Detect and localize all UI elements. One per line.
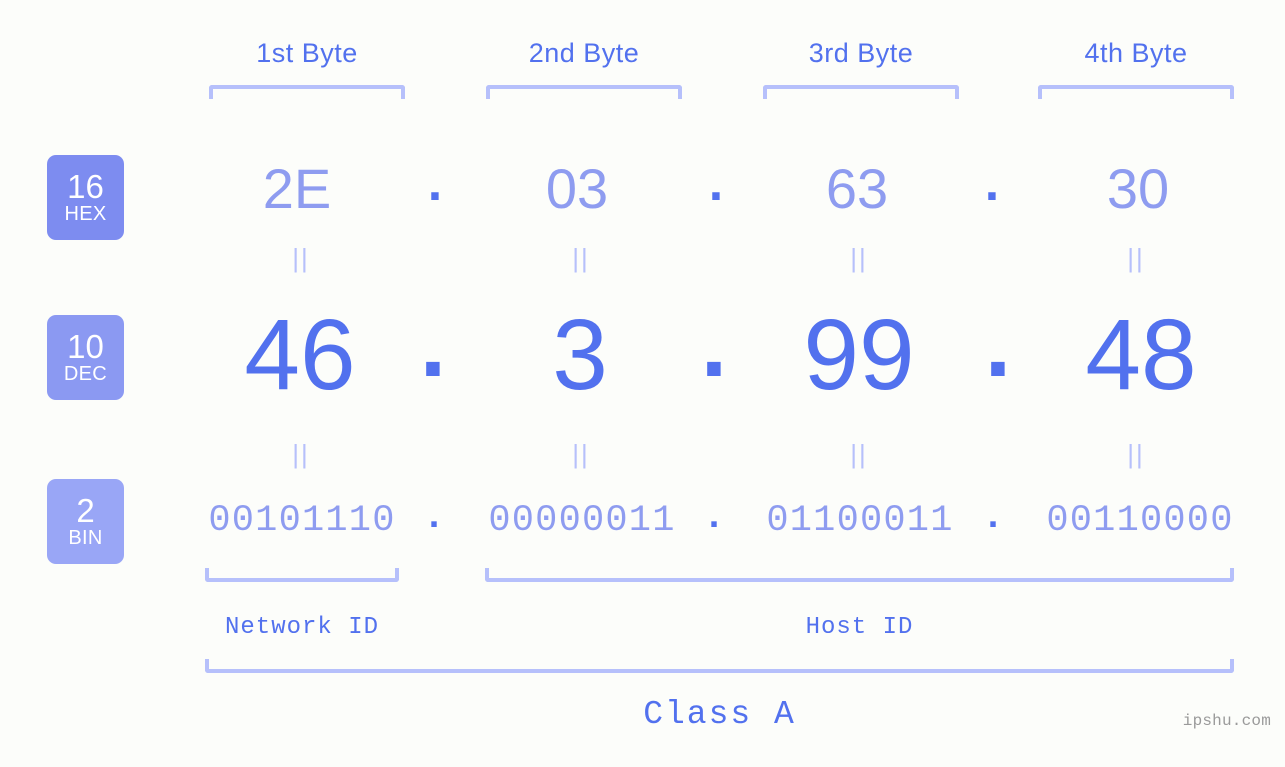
bin-byte-4: 00110000 — [1046, 500, 1234, 542]
byte-header-2: 2nd Byte — [528, 38, 640, 68]
network-id-label: Network ID — [224, 614, 380, 641]
equals-mark-hex-dec-4: || — [1127, 243, 1145, 273]
byte-header-3: 3rd Byte — [808, 38, 914, 68]
dec-byte-3: 99 — [803, 299, 915, 411]
hex-byte-2: 03 — [545, 157, 609, 220]
bin-separator-1: . — [428, 494, 440, 536]
equals-mark-hex-dec-1: || — [292, 243, 310, 273]
host-id-bracket — [485, 568, 1234, 582]
host-id-label: Host ID — [805, 614, 914, 641]
base-badge-bin-abbr: BIN — [68, 526, 103, 549]
dec-separator-3: . — [984, 291, 1012, 397]
base-badge-hex-number: 16 — [67, 167, 104, 205]
byte-bracket-2 — [486, 85, 682, 99]
dec-byte-1: 46 — [244, 299, 356, 411]
equals-mark-hex-dec-2: || — [572, 243, 590, 273]
hex-separator-2: . — [708, 154, 724, 212]
bin-byte-3: 01100011 — [766, 500, 954, 542]
dec-byte-2: 3 — [552, 299, 608, 411]
bin-byte-2: 00000011 — [488, 500, 676, 542]
byte-header-1: 1st Byte — [256, 38, 358, 68]
class-label: Class A — [643, 696, 796, 733]
equals-mark-dec-bin-3: || — [850, 439, 868, 469]
base-badge-hex: 16 HEX — [47, 155, 124, 240]
bin-separator-2: . — [708, 494, 720, 536]
equals-mark-dec-bin-1: || — [292, 439, 310, 469]
byte-header-4: 4th Byte — [1084, 38, 1188, 68]
base-badge-dec-abbr: DEC — [63, 362, 108, 385]
ip-byte-breakdown-diagram: 1st Byte 2nd Byte 3rd Byte 4th Byte 16 H… — [0, 0, 1285, 767]
byte-bracket-3 — [763, 85, 959, 99]
network-id-bracket — [205, 568, 399, 582]
dec-byte-4: 48 — [1085, 299, 1197, 411]
bin-separator-3: . — [987, 494, 999, 536]
equals-mark-hex-dec-3: || — [850, 243, 868, 273]
base-badge-bin-number: 2 — [76, 491, 95, 529]
hex-byte-4: 30 — [1106, 157, 1170, 220]
class-bracket — [205, 659, 1234, 673]
hex-separator-1: . — [427, 154, 443, 212]
base-badge-dec-number: 10 — [67, 327, 104, 365]
base-badge-hex-abbr: HEX — [64, 202, 107, 225]
byte-bracket-4 — [1038, 85, 1234, 99]
equals-mark-dec-bin-2: || — [572, 439, 590, 469]
site-watermark: ipshu.com — [1182, 712, 1271, 730]
hex-byte-1: 2E — [262, 157, 332, 220]
base-badge-bin: 2 BIN — [47, 479, 124, 564]
dec-separator-2: . — [700, 291, 728, 397]
bin-byte-1: 00101110 — [208, 500, 396, 542]
hex-byte-3: 63 — [825, 157, 889, 220]
base-badge-dec: 10 DEC — [47, 315, 124, 400]
byte-bracket-1 — [209, 85, 405, 99]
equals-mark-dec-bin-4: || — [1127, 439, 1145, 469]
dec-separator-1: . — [419, 291, 447, 397]
hex-separator-3: . — [984, 154, 1000, 212]
